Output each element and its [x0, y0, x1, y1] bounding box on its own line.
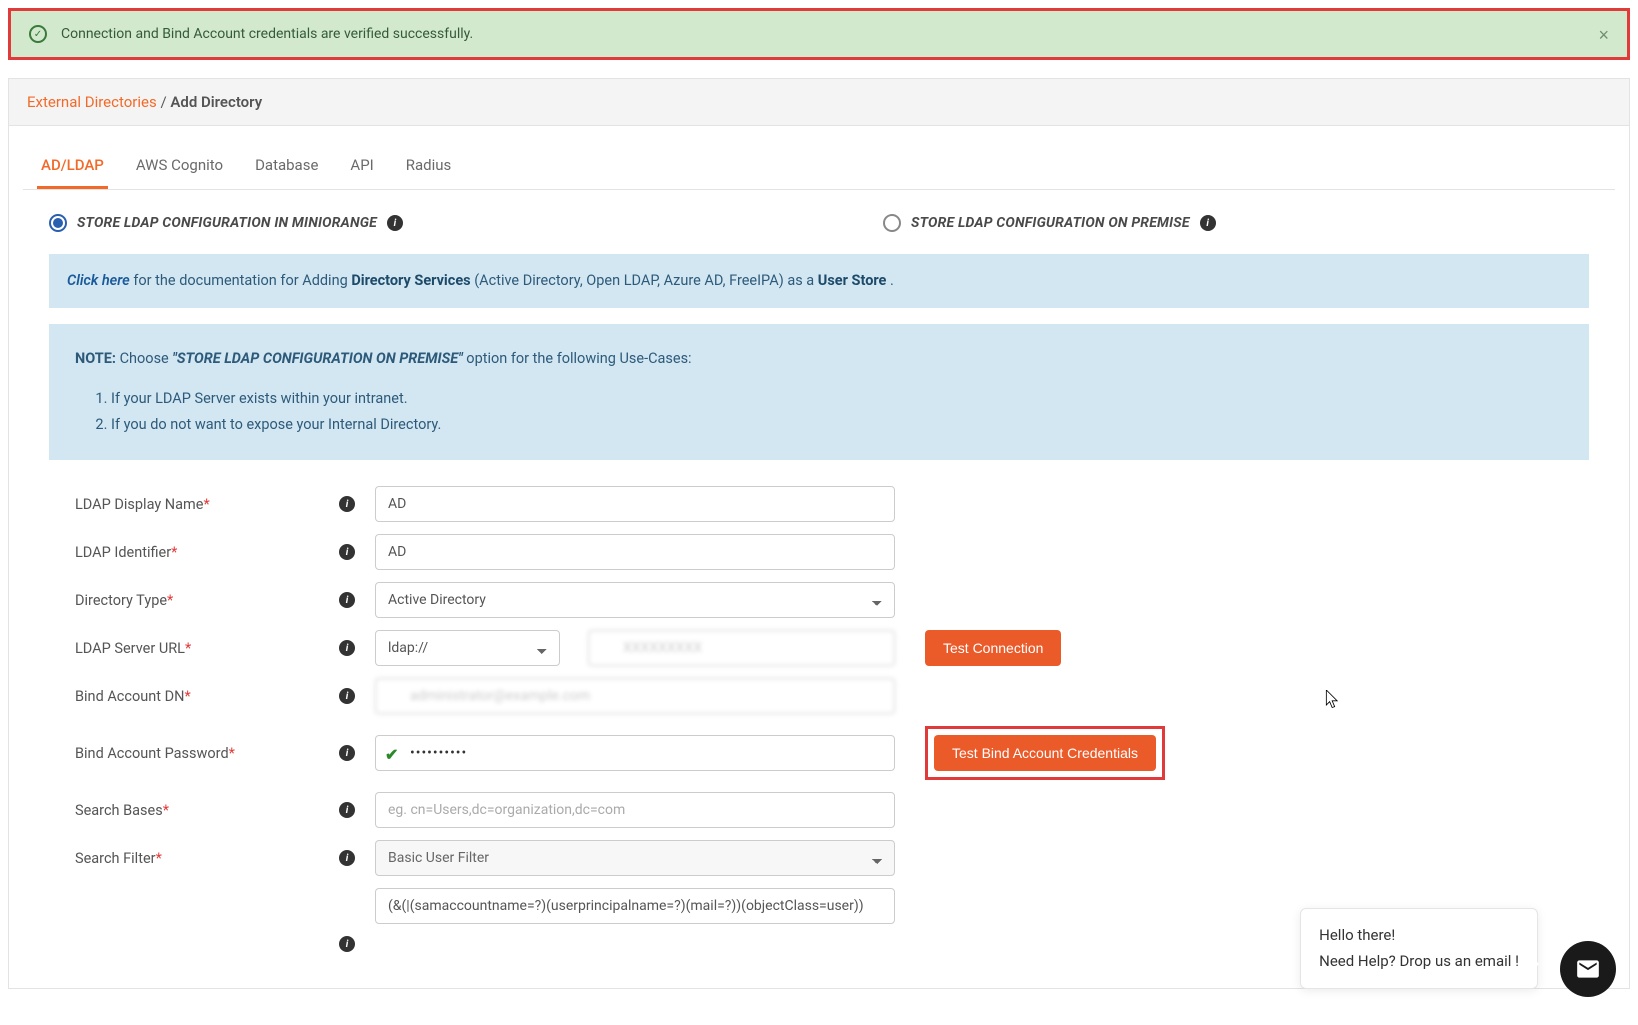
note-after: option for the following Use-Cases: — [466, 350, 691, 367]
info-icon[interactable]: i — [339, 640, 355, 656]
display-name-input[interactable] — [375, 486, 895, 522]
bind-pw-label: Bind Account Password* — [49, 745, 339, 762]
row-identifier: LDAP Identifier* i — [49, 534, 1589, 570]
tabs: AD/LDAP AWS Cognito Database API Radius — [23, 146, 1615, 190]
info-icon[interactable]: i — [339, 592, 355, 608]
row-display-name: LDAP Display Name* i — [49, 486, 1589, 522]
bind-dn-input[interactable] — [375, 678, 895, 714]
search-filter-select[interactable]: Basic User Filter — [375, 840, 895, 876]
radio-miniorange[interactable]: STORE LDAP CONFIGURATION IN MINIORANGE i — [49, 214, 403, 232]
breadcrumb: External Directories / Add Directory — [9, 79, 1629, 126]
proto-select[interactable]: ldap:// — [375, 630, 560, 666]
bind-dn-label: Bind Account DN* — [49, 688, 339, 705]
radio-circle-unchecked-icon — [883, 214, 901, 232]
search-bases-input[interactable] — [375, 792, 895, 828]
chat-line1: Hello there! — [1319, 923, 1519, 949]
server-url-label: LDAP Server URL* — [49, 640, 339, 657]
identifier-label: LDAP Identifier* — [49, 544, 339, 561]
radio-circle-checked-icon — [49, 214, 67, 232]
breadcrumb-sep: / — [160, 93, 170, 111]
info-icon[interactable]: i — [339, 544, 355, 560]
alert-success: ✓ Connection and Bind Account credential… — [8, 8, 1630, 60]
user-store-text: User Store — [818, 272, 887, 289]
info-icon[interactable]: i — [1200, 215, 1216, 231]
doc-link-box: Click here for the documentation for Add… — [49, 254, 1589, 308]
doc-text2: (Active Directory, Open LDAP, Azure AD, … — [474, 272, 818, 289]
breadcrumb-parent-link[interactable]: External Directories — [27, 93, 157, 111]
row-search-filter: Search Filter* i Basic User Filter — [49, 840, 1589, 876]
info-icon[interactable]: i — [387, 215, 403, 231]
click-here-link[interactable]: Click here — [67, 272, 130, 289]
search-filter-value-input[interactable] — [375, 888, 895, 924]
row-search-bases: Search Bases* i — [49, 792, 1589, 828]
bind-pw-input[interactable] — [375, 735, 895, 771]
row-bind-pw: Bind Account Password* i ✔ Test Bind Acc… — [49, 726, 1589, 780]
note-choose: Choose — [120, 350, 173, 367]
test-bind-highlight: Test Bind Account Credentials — [925, 726, 1165, 780]
info-icon[interactable]: i — [339, 688, 355, 704]
test-bind-button[interactable]: Test Bind Account Credentials — [934, 735, 1156, 771]
radio-onprem[interactable]: STORE LDAP CONFIGURATION ON PREMISE i — [883, 214, 1216, 232]
alert-text: Connection and Bind Account credentials … — [61, 26, 473, 42]
tab-database[interactable]: Database — [251, 146, 322, 189]
display-name-label: LDAP Display Name* — [49, 496, 339, 513]
tab-radius[interactable]: Radius — [402, 146, 456, 189]
check-circle-icon: ✓ — [29, 25, 47, 43]
row-server-url: LDAP Server URL* i ldap:// ✔ Test Connec… — [49, 630, 1589, 666]
main-panel: External Directories / Add Directory AD/… — [8, 78, 1630, 989]
storage-radio-row: STORE LDAP CONFIGURATION IN MINIORANGE i… — [49, 214, 1589, 232]
search-filter-label: Search Filter* — [49, 850, 339, 867]
note-label: NOTE: — [75, 350, 116, 367]
note-emph: "STORE LDAP CONFIGURATION ON PREMISE" — [172, 350, 462, 367]
chat-line2: Need Help? Drop us an email ! — [1319, 949, 1519, 975]
tab-content: STORE LDAP CONFIGURATION IN MINIORANGE i… — [9, 190, 1629, 988]
doc-text3: . — [890, 272, 894, 289]
info-icon[interactable]: i — [339, 802, 355, 818]
note-li2: If you do not want to expose your Intern… — [111, 412, 1563, 438]
tab-aws-cognito[interactable]: AWS Cognito — [132, 146, 227, 189]
dir-type-label: Directory Type* — [49, 592, 339, 609]
dir-type-select[interactable]: Active Directory — [375, 582, 895, 618]
info-icon[interactable]: i — [339, 936, 355, 952]
check-icon: ✔ — [385, 745, 398, 764]
radio-miniorange-label: STORE LDAP CONFIGURATION IN MINIORANGE — [77, 215, 377, 231]
note-box: NOTE: Choose "STORE LDAP CONFIGURATION O… — [49, 324, 1589, 460]
breadcrumb-current: Add Directory — [170, 93, 262, 111]
mail-icon — [1575, 956, 1601, 982]
alert-close-button[interactable]: × — [1598, 25, 1609, 46]
server-host-input[interactable] — [588, 630, 895, 666]
chat-fab-button[interactable] — [1560, 941, 1616, 997]
tab-adldap[interactable]: AD/LDAP — [37, 146, 108, 189]
test-connection-button[interactable]: Test Connection — [925, 630, 1061, 666]
radio-onprem-label: STORE LDAP CONFIGURATION ON PREMISE — [911, 215, 1190, 231]
row-bind-dn: Bind Account DN* i ✔ — [49, 678, 1589, 714]
info-icon[interactable]: i — [339, 850, 355, 866]
row-dir-type: Directory Type* i Active Directory — [49, 582, 1589, 618]
tab-api[interactable]: API — [346, 146, 377, 189]
directory-services-text: Directory Services — [351, 272, 470, 289]
chat-bubble: Hello there! Need Help? Drop us an email… — [1300, 908, 1538, 989]
info-icon[interactable]: i — [339, 745, 355, 761]
search-bases-label: Search Bases* — [49, 802, 339, 819]
info-icon[interactable]: i — [339, 496, 355, 512]
identifier-input[interactable] — [375, 534, 895, 570]
doc-text1: for the documentation for Adding — [133, 272, 351, 289]
note-li1: If your LDAP Server exists within your i… — [111, 386, 1563, 412]
